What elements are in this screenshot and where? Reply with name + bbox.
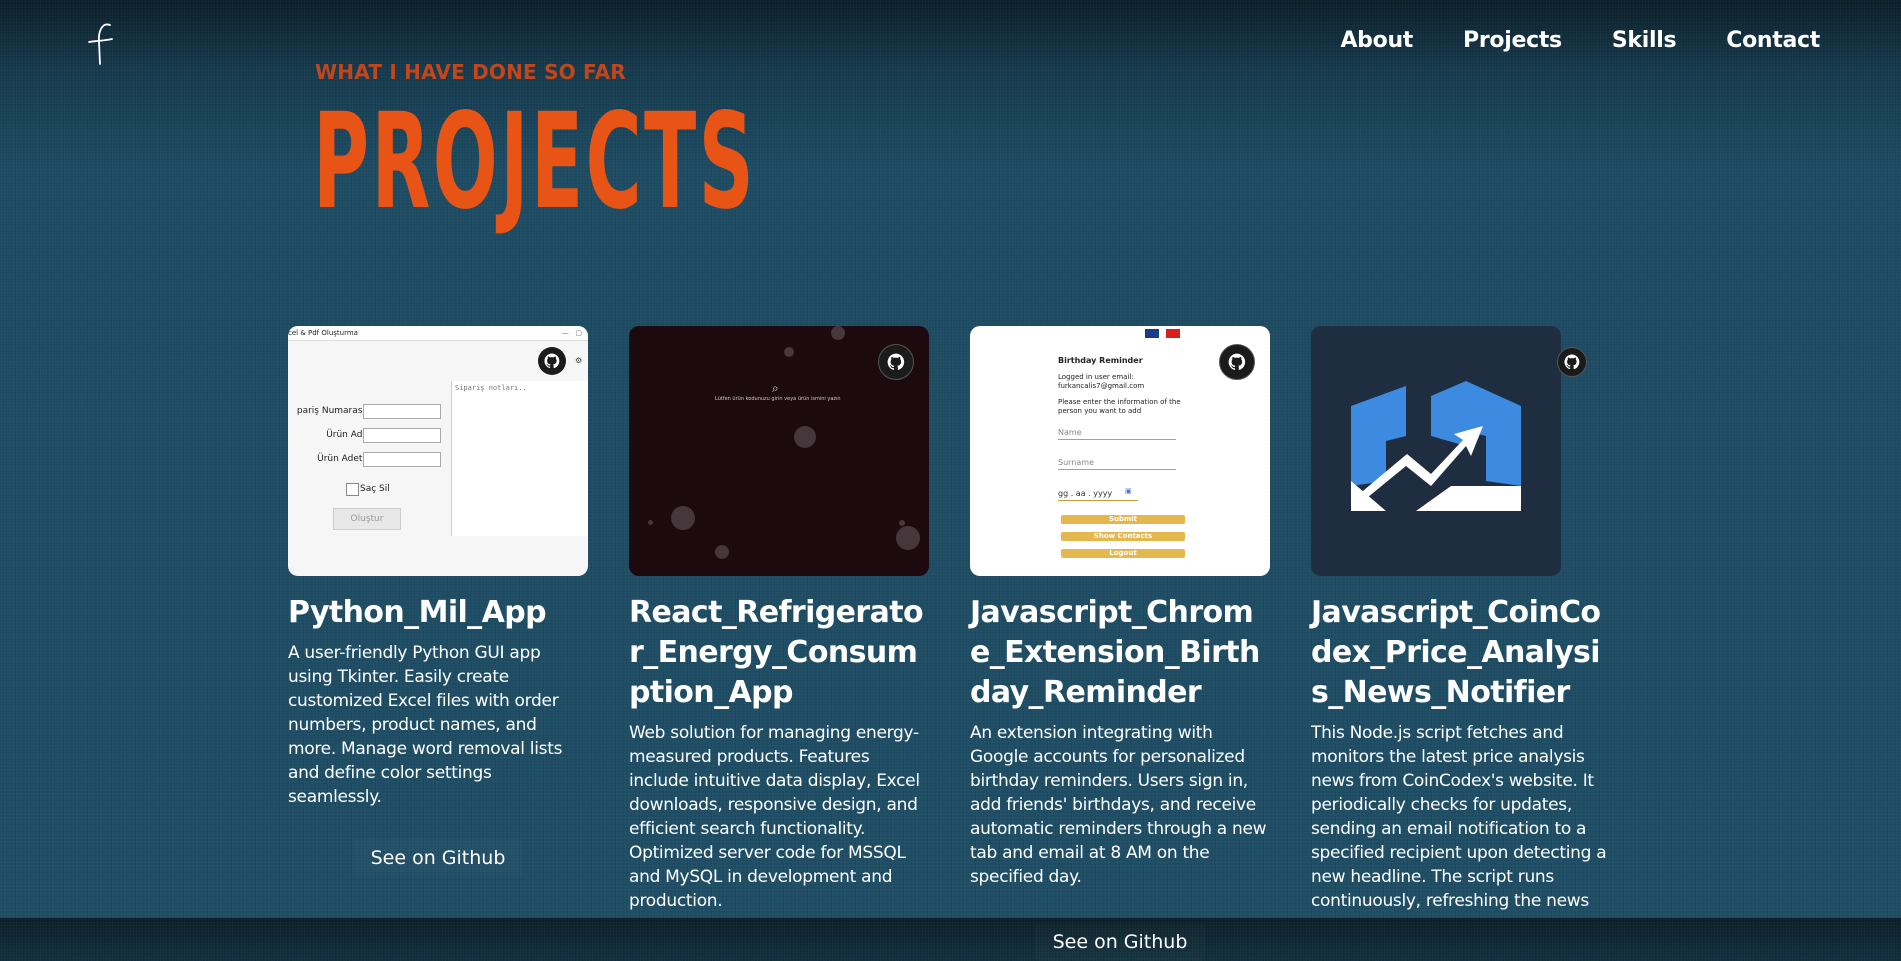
project-description: Web solution for managing energy-measure… [629, 723, 920, 911]
see-on-github-button[interactable]: See on Github [353, 839, 523, 877]
project-description: A user-friendly Python GUI app using Tki… [288, 643, 563, 807]
project-title: React_Refrigerator_Energy_Consumption_Ap… [629, 595, 924, 710]
project-thumbnail [1311, 326, 1611, 576]
preview-text: Please enter the information of the pers… [1058, 398, 1181, 415]
preview-surname-field: Surname [1058, 456, 1176, 470]
preview-email: furkancalis7@gmail.com [1058, 382, 1145, 390]
project-thumbnail: ⌕ Lütfen ürün kodunuzu girin veya ürün i… [629, 326, 929, 576]
preview-text: Logged in user email: [1058, 373, 1134, 381]
window-title: cel & Pdf Oluşturma [288, 329, 358, 337]
project-title: Python_Mil_App [288, 595, 547, 630]
form-label: pariş Numarası: [296, 406, 368, 416]
github-icon [538, 347, 566, 375]
form-label: Ürün Adı: [326, 430, 368, 440]
github-icon[interactable] [878, 344, 914, 380]
python-app-preview: cel & Pdf Oluşturma — ▢ pariş Numarası: … [288, 326, 588, 576]
preview-name-field: Name [1058, 426, 1176, 440]
section-eyebrow: WHAT I HAVE DONE SO FAR [315, 60, 626, 84]
preview-show-contacts: Show Contacts [1061, 532, 1185, 541]
checkbox-label: Saç Sil [360, 484, 390, 494]
see-on-github-button[interactable]: See on Github [1035, 923, 1205, 961]
search-hint: Lütfen ürün kodunuzu girin veya ürün ism… [715, 396, 841, 402]
nav-projects[interactable]: Projects [1463, 28, 1562, 53]
main-nav: About Projects Skills Contact [1340, 28, 1820, 53]
nav-contact[interactable]: Contact [1726, 28, 1820, 53]
calendar-icon: ▣ [1125, 487, 1132, 495]
project-description: This Node.js script fetches and monitors… [1311, 723, 1607, 911]
checkbox-icon [346, 483, 359, 496]
preview-input [363, 428, 441, 443]
preview-heading: Birthday Reminder [1058, 356, 1143, 365]
page-title: PROJECTS [313, 85, 757, 239]
project-card: cel & Pdf Oluşturma — ▢ pariş Numarası: … [288, 326, 588, 877]
logo-icon[interactable] [84, 20, 118, 68]
form-label: Ürün Adeti: [317, 454, 368, 464]
github-icon[interactable] [1557, 347, 1587, 377]
github-icon[interactable] [1219, 344, 1255, 380]
notes-area: Sipariş notları.. [451, 381, 588, 536]
project-card: ⌕ Lütfen ürün kodunuzu girin veya ürün i… [629, 326, 929, 913]
coincodex-logo-icon [1311, 326, 1561, 576]
preview-logout: Logout [1061, 549, 1185, 558]
project-thumbnail: cel & Pdf Oluşturma — ▢ pariş Numarası: … [288, 326, 588, 576]
preview-submit: Submit [1061, 515, 1185, 524]
preview-input [363, 404, 441, 419]
project-title: Javascript_CoinCodex_Price_Analysis_News… [1311, 595, 1601, 710]
project-title: Javascript_Chrome_Extension_Birthday_Rem… [970, 595, 1260, 710]
project-card: Javascript_CoinCodex_Price_Analysis_News… [1311, 326, 1611, 913]
tr-flag-icon [1166, 329, 1180, 338]
project-thumbnail: Birthday Reminder Logged in user email: … [970, 326, 1270, 576]
settings-icon: ⚙ [575, 356, 583, 365]
search-icon: ⌕ [772, 381, 779, 395]
create-button: Oluştur [333, 508, 401, 530]
uk-flag-icon [1145, 329, 1159, 338]
nav-skills[interactable]: Skills [1612, 28, 1677, 53]
preview-input [363, 452, 441, 467]
nav-about[interactable]: About [1340, 28, 1413, 53]
project-card: Birthday Reminder Logged in user email: … [970, 326, 1270, 961]
project-description: An extension integrating with Google acc… [970, 723, 1267, 887]
